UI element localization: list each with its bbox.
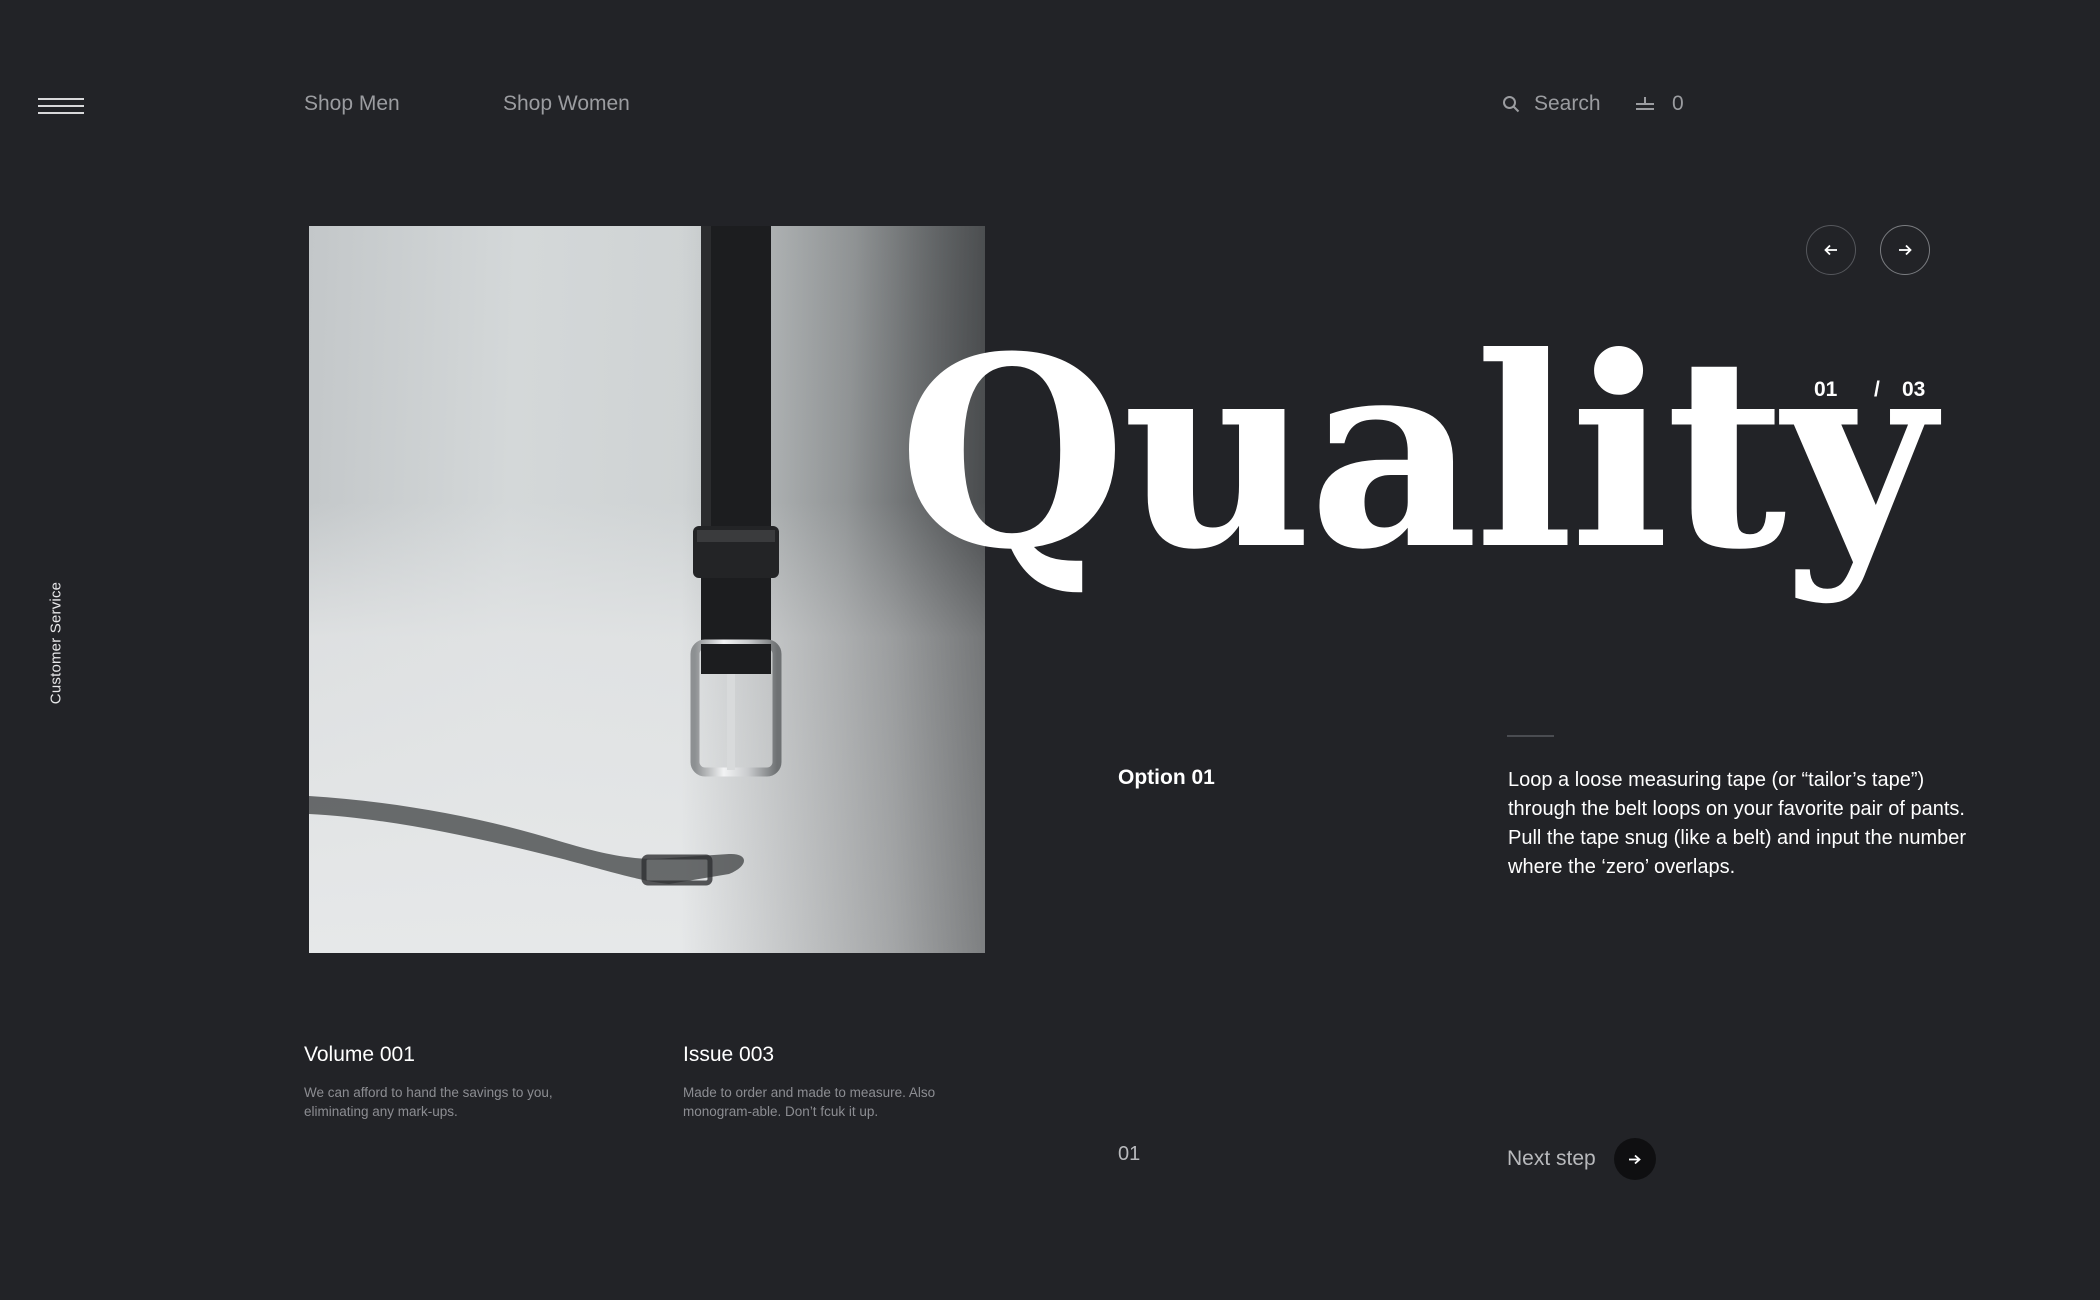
next-step-label: Next step xyxy=(1507,1147,1596,1170)
issue-text: Made to order and made to measure. Also … xyxy=(683,1085,936,1119)
arrow-left-icon xyxy=(1824,244,1837,256)
search-label: Search xyxy=(1534,92,1601,115)
hero-title: Quality xyxy=(898,299,1935,607)
page: Customer Service Shop Men Shop Women Sea… xyxy=(0,0,2100,1300)
search-icon xyxy=(1503,96,1520,113)
nav-shop-women[interactable]: Shop Women xyxy=(503,92,630,116)
cart-count: 0 xyxy=(1672,92,1684,115)
option-label: Option 01 xyxy=(1118,766,1215,789)
volume-text: We can afford to hand the savings to you… xyxy=(304,1085,553,1119)
prev-slide-button[interactable] xyxy=(1806,225,1856,275)
arrow-right-icon xyxy=(1899,244,1912,256)
search-button[interactable]: Search xyxy=(1502,92,1601,116)
hero-product-image xyxy=(309,226,985,953)
next-step-circle xyxy=(1613,1138,1656,1180)
hamburger-icon[interactable] xyxy=(38,96,84,118)
volume-title: Volume 001 xyxy=(304,1043,415,1066)
next-slide-button[interactable] xyxy=(1880,225,1930,275)
nav-shop-men[interactable]: Shop Men xyxy=(304,92,400,116)
cart-icon xyxy=(1636,97,1654,110)
belt-illustration xyxy=(309,226,782,886)
arrow-right-icon xyxy=(1629,1154,1642,1164)
next-step-button[interactable]: Next step xyxy=(1507,1138,1656,1180)
divider xyxy=(1507,735,1554,737)
cart-button[interactable]: 0 xyxy=(1634,92,1684,116)
step-number: 01 xyxy=(1118,1143,1141,1165)
customer-service-link[interactable]: Customer Service xyxy=(48,582,65,704)
issue-title: Issue 003 xyxy=(683,1043,775,1066)
option-description: Loop a loose measuring tape (or “tailor’… xyxy=(1508,769,1967,878)
